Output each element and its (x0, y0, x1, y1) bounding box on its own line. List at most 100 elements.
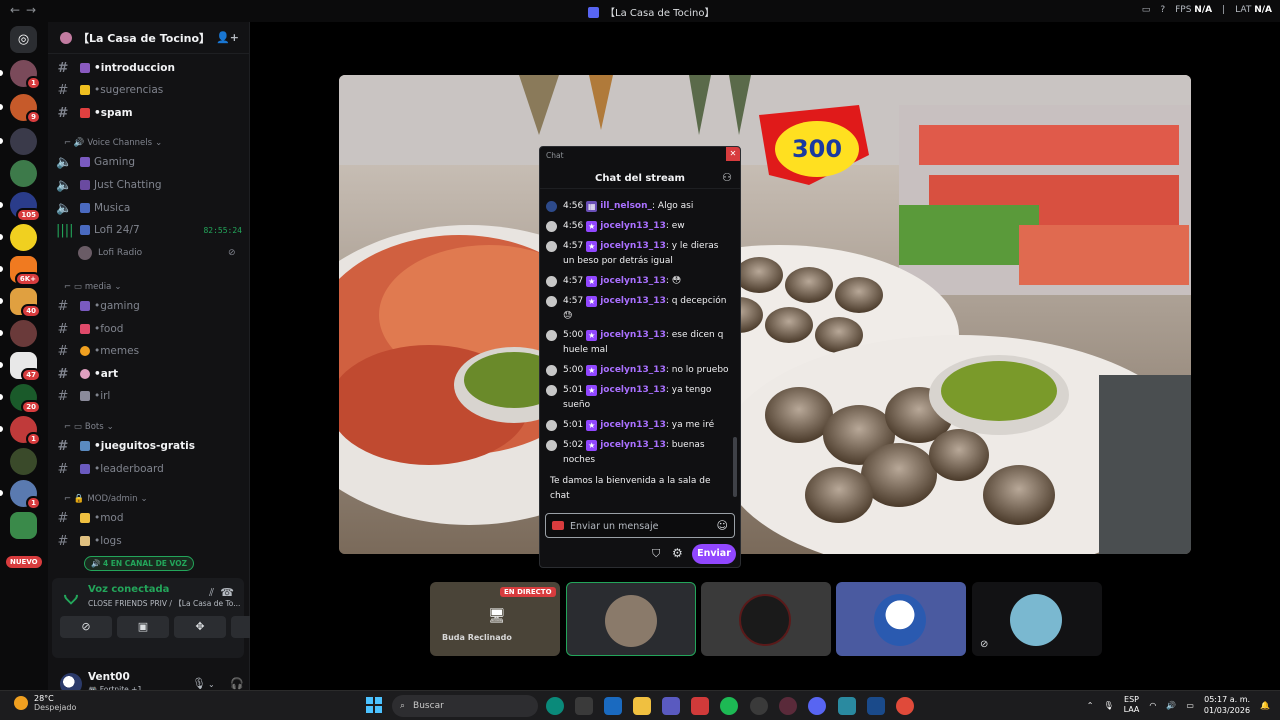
category-voice[interactable]: ⌐ 🔊 Voice Channels ⌄ (64, 138, 162, 148)
app-icon[interactable] (838, 697, 856, 715)
voice-channel-gaming[interactable]: 🔈 Gaming (56, 152, 246, 172)
category-bots[interactable]: ⌐ ▭ Bots ⌄ (64, 422, 114, 432)
voice-user[interactable]: Lofi Radio ⊘ (78, 246, 236, 260)
server-icon[interactable]: 9 (10, 94, 41, 124)
message-user[interactable]: jocelyn13_13 (600, 330, 666, 340)
file-explorer-icon[interactable] (633, 697, 651, 715)
taskbar-search[interactable]: ⌕ Buscar (392, 695, 538, 717)
server-icon[interactable]: 47 (10, 352, 41, 382)
participant-tile[interactable] (566, 582, 696, 656)
channel-spam[interactable]: # • spam (56, 103, 246, 123)
volume-icon[interactable]: 🔊 (1166, 701, 1176, 710)
chrome-icon[interactable] (896, 697, 914, 715)
message-user[interactable]: jocelyn13_13 (600, 385, 666, 395)
channel-leaderboard[interactable]: # • leaderboard (56, 459, 246, 479)
disconnect-icon[interactable]: ☎ (220, 586, 234, 599)
signal-icon[interactable] (61, 585, 81, 605)
channel-mod[interactable]: # • mod (56, 508, 246, 528)
channel-gaming[interactable]: # • gaming (56, 296, 246, 316)
server-icon[interactable]: 1 (10, 480, 41, 510)
discord-home-icon[interactable]: ◎ (10, 26, 37, 53)
discord-icon[interactable] (808, 697, 826, 715)
server-icon[interactable] (10, 224, 37, 251)
channel-art[interactable]: # • art (56, 364, 246, 384)
microphone-icon[interactable]: 🎙 (1103, 701, 1113, 710)
notifications-icon[interactable]: 🔔 (1260, 701, 1270, 710)
server-icon[interactable] (10, 160, 37, 187)
shield-icon[interactable]: ⛉ (652, 547, 660, 561)
stream-video[interactable]: 300 (339, 75, 1191, 554)
headphones-icon[interactable]: 🎧 (230, 677, 244, 690)
server-icon[interactable]: 20 (10, 384, 41, 414)
edge-icon[interactable] (546, 697, 564, 715)
send-button[interactable]: Enviar (692, 544, 736, 564)
settings-gear-icon[interactable]: ⚙ (672, 546, 683, 560)
user-name[interactable]: Vent00 (88, 671, 130, 683)
channel-logs[interactable]: # • logs (56, 531, 246, 551)
chat-scrollbar[interactable] (733, 437, 737, 497)
community-icon[interactable]: ⚇ (722, 171, 732, 184)
server-icon[interactable] (10, 512, 37, 539)
voice-channel-lofi[interactable]: |||| Lofi 24/7 82:55:24 (56, 220, 246, 240)
server-icon[interactable] (10, 320, 37, 347)
server-icon[interactable] (10, 448, 37, 475)
message-user[interactable]: jocelyn13_13 (600, 241, 666, 251)
server-icon[interactable]: 1 (10, 60, 41, 90)
channel-introduccion[interactable]: # • introduccion (56, 58, 246, 78)
emoji-icon[interactable]: ☺ (717, 519, 728, 532)
message-user[interactable]: jocelyn13_13 (600, 420, 666, 430)
windows-start-icon[interactable] (366, 697, 382, 713)
channel-irl[interactable]: # • irl (56, 386, 246, 406)
clock[interactable]: 05:17 a. m. 01/03/2026 (1204, 694, 1250, 716)
voice-channel-musica[interactable]: 🔈 Musica (56, 198, 246, 218)
channel-food[interactable]: # • food (56, 319, 246, 339)
inbox-icon[interactable]: ▭ (1142, 5, 1151, 15)
activities-button[interactable]: ✥ (174, 616, 226, 638)
wifi-icon[interactable]: ◠ (1149, 701, 1156, 710)
new-badge[interactable]: NUEVO (6, 556, 42, 568)
audio-app-icon[interactable] (867, 697, 885, 715)
guild-header[interactable]: 【La Casa de Tocino】 ⌄ 👤+ (48, 22, 249, 54)
message-user[interactable]: ill_nelson_ (600, 201, 652, 211)
message-user[interactable]: jocelyn13_13 (600, 365, 666, 375)
voice-channel-just-chatting[interactable]: 🔈 Just Chatting (56, 175, 246, 195)
voice-count-pill[interactable]: 🔊 4 EN CANAL DE VOZ (84, 556, 195, 571)
channel-memes[interactable]: # • memes (56, 341, 246, 361)
voice-location[interactable]: CLOSE FRIENDS PRIV / 【La Casa de To... (88, 598, 240, 609)
chevron-down-icon[interactable]: ⌄ (208, 680, 215, 689)
invite-people-icon[interactable]: 👤+ (216, 31, 239, 44)
participant-tile[interactable]: ⊘ (972, 582, 1102, 656)
message-user[interactable]: jocelyn13_13 (600, 221, 666, 231)
camera-off-button[interactable]: ⊘ (60, 616, 112, 638)
close-icon[interactable]: ✕ (726, 147, 740, 161)
whatsapp-icon[interactable] (750, 697, 768, 715)
message-user[interactable]: jocelyn13_13 (600, 296, 666, 306)
voice-status[interactable]: Voz conectada (88, 584, 169, 595)
language-indicator[interactable]: ESP LAA (1124, 695, 1140, 715)
microphone-icon[interactable]: 🎙 (192, 677, 206, 690)
server-icon[interactable]: 1 (10, 416, 41, 446)
stream-tile-buda[interactable]: EN DIRECTO 🖥 Buda Reclinado (430, 582, 560, 656)
chat-message-input[interactable] (570, 518, 710, 534)
chevron-up-icon[interactable]: ⌃ (1087, 701, 1094, 710)
app-icon[interactable] (779, 697, 797, 715)
spotify-icon[interactable] (720, 697, 738, 715)
server-icon[interactable] (10, 128, 37, 155)
server-icon[interactable]: 6K+ (10, 256, 41, 286)
camera-icon[interactable] (552, 521, 564, 530)
participant-tile[interactable] (836, 582, 966, 656)
battery-icon[interactable]: ▭ (1186, 701, 1194, 710)
server-icon[interactable]: 40 (10, 288, 41, 318)
channel-jueguitos-gratis[interactable]: # • jueguitos-gratis (56, 436, 246, 456)
category-media[interactable]: ⌐ ▭ media ⌄ (64, 282, 121, 292)
teams-icon[interactable] (662, 697, 680, 715)
weather-widget[interactable]: 28°C Despejado (14, 694, 76, 712)
nav-arrows[interactable]: ←→ (10, 3, 42, 17)
screen-share-button[interactable]: ▣ (117, 616, 169, 638)
channel-sugerencias[interactable]: # • sugerencias (56, 80, 246, 100)
message-user[interactable]: jocelyn13_13 (600, 276, 666, 286)
category-mod[interactable]: ⌐ 🔒 MOD/admin ⌄ (64, 494, 148, 504)
noise-suppression-icon[interactable]: ⫽ (209, 586, 214, 600)
outlook-icon[interactable] (604, 697, 622, 715)
help-icon[interactable]: ? (1160, 5, 1165, 15)
